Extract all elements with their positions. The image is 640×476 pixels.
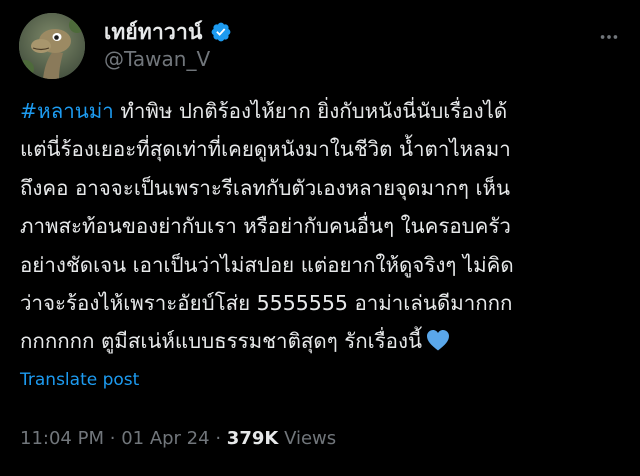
tweet-line: กกกกกก ตูมีสเน่ห์แบบธรรมชาติสุดๆ รักเรื่… — [20, 322, 625, 360]
tweet-line: #หลานม่า ทำพิษ ปกติร้องไห้ยาก ยิ่งกับหนั… — [20, 92, 625, 130]
tweet-line-text: ทำพิษ ปกติร้องไห้ยาก ยิ่งกับหนังนี่นับเร… — [113, 99, 508, 123]
meta-separator: · — [109, 428, 116, 449]
tweet-meta: 11:04 PM · 01 Apr 24 · 379K Views — [20, 428, 336, 449]
avatar[interactable] — [19, 13, 85, 79]
tweet-line: อย่างชัดเจน เอาเป็นว่าไม่สปอย แต่อยากให้… — [20, 252, 514, 277]
author-display-name[interactable]: เทย์ทาวาน์ — [104, 16, 203, 49]
blue-heart-icon — [426, 325, 450, 363]
views-label: Views — [284, 428, 337, 449]
tweet-card: เทย์ทาวาน์ @Tawan_V #หลานม่า ทำพิษ ปกติร… — [0, 0, 640, 476]
meta-separator: · — [215, 428, 222, 449]
tweet-line: แต่นี่ร้องเยอะที่สุดเท่าที่เคยดูหนังมาใน… — [20, 137, 511, 162]
tweet-line: ว่าจะร้องไห้เพราะอัยบ์โส่ย 5555555 อาม่า… — [20, 290, 513, 315]
tweet-line-text: กกกกกก ตูมีสเน่ห์แบบธรรมชาติสุดๆ รักเรื่… — [20, 329, 423, 354]
views-count[interactable]: 379K — [227, 428, 279, 449]
hashtag-link[interactable]: #หลานม่า — [20, 99, 114, 123]
avatar-image — [19, 13, 85, 79]
author-name-row: เทย์ทาวาน์ — [104, 17, 232, 47]
author-handle[interactable]: @Tawan_V — [104, 47, 210, 71]
verified-badge-icon — [210, 21, 232, 43]
more-horizontal-icon[interactable] — [596, 24, 622, 50]
tweet-line: ถึงคอ อาจจะเป็นเพราะรีเลทกับตัวเองหลายจุ… — [20, 175, 510, 200]
tweet-date[interactable]: 01 Apr 24 — [121, 428, 209, 449]
tweet-line: ภาพสะท้อนของย่ากับเรา หรือย่ากับคนอื่นๆ … — [20, 214, 511, 239]
tweet-body: #หลานม่า ทำพิษ ปกติร้องไห้ยาก ยิ่งกับหนั… — [20, 92, 625, 361]
tweet-time[interactable]: 11:04 PM — [20, 428, 104, 449]
translate-post-link[interactable]: Translate post — [20, 370, 139, 390]
